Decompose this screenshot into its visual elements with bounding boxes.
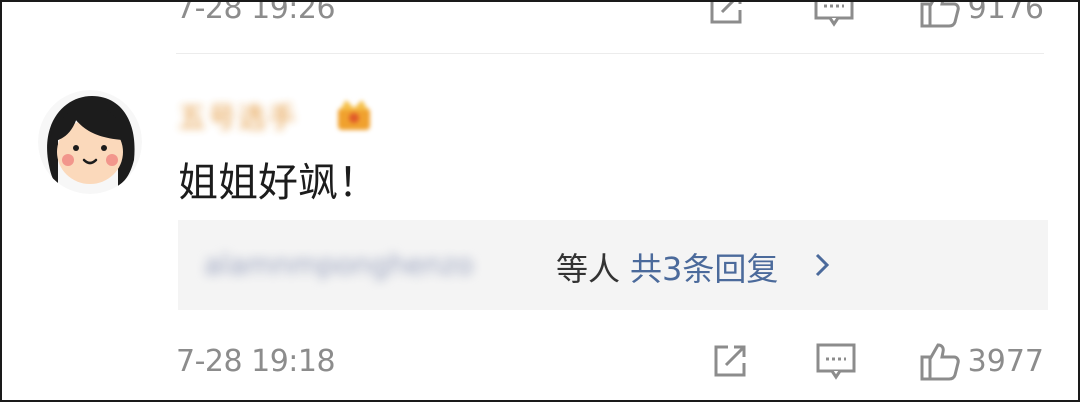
share-icon[interactable] — [708, 339, 752, 383]
comment-icon[interactable] — [812, 2, 856, 30]
previous-like-count: 9176 — [967, 0, 1044, 26]
reply-suffix: 等人 — [556, 250, 621, 288]
previous-comment-actions: 9176 — [704, 0, 1044, 30]
comment-footer: 7-28 19:18 3977 — [176, 338, 1044, 384]
comment-icon[interactable] — [814, 339, 858, 383]
divider — [176, 53, 1044, 54]
share-icon[interactable] — [704, 2, 748, 30]
previous-comment-timestamp: 7-28 19:26 — [176, 0, 336, 26]
thumbs-up-icon[interactable] — [918, 2, 962, 30]
previous-comment-footer: 7-28 19:26 9176 — [176, 0, 1044, 30]
reply-count-link[interactable]: 共3条回复 — [630, 244, 778, 290]
avatar[interactable] — [38, 90, 142, 194]
chevron-right-icon[interactable] — [812, 250, 832, 280]
reply-preview[interactable]: alamnmponghenzo 等人 共3条回复 — [178, 220, 1048, 310]
thumbs-up-icon[interactable] — [918, 339, 962, 383]
comment-text: 姐姐好飒！ — [178, 160, 378, 206]
username[interactable]: 五号选手 — [178, 96, 298, 136]
comment-actions: 3977 — [708, 339, 1044, 383]
comment-timestamp: 7-28 19:18 — [176, 343, 336, 379]
like-count: 3977 — [967, 343, 1044, 379]
comment-thread: 7-28 19:26 9176 五号选手 姐姐好飒！ alamnmponghen… — [0, 0, 1080, 402]
vip-crown-icon — [334, 96, 374, 132]
reply-usernames: alamnmponghenzo — [204, 248, 474, 281]
